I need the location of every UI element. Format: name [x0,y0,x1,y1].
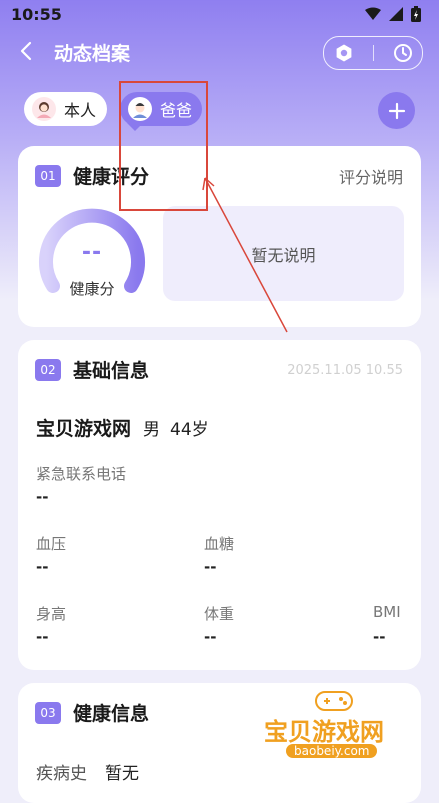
disease-history-row: 疾病史 暂无 [36,759,139,784]
section-number-badge: 02 [35,358,61,381]
profile-name-row: 宝贝游戏网 男 44岁 [36,414,209,441]
bmi-value: -- [373,628,386,646]
disease-history-value: 暂无 [105,764,139,784]
basic-info-card: 02 基础信息 2025.11.05 10.55 宝贝游戏网 男 44岁 紧急联… [18,340,421,670]
update-timestamp: 2025.11.05 10.55 [287,363,403,378]
signal-icon [389,7,403,21]
status-bar: 10:55 [0,0,439,30]
plus-icon [388,102,405,119]
female-avatar-icon [37,102,51,118]
blood-sugar-label: 血糖 [204,535,235,553]
watermark-url: baobeiy.com [286,744,378,758]
section-number-badge: 01 [35,164,61,187]
profile-age: 44岁 [170,420,209,440]
score-explanation-link[interactable]: 评分说明 [339,164,403,188]
health-score-gauge: -- 健康分 [35,200,149,300]
back-arrow-icon[interactable] [16,40,38,62]
weight-value: -- [204,628,217,646]
avatar [32,97,56,121]
nav-bar: 动态档案 [0,30,439,76]
profile-gender: 男 [143,420,161,440]
capsule-divider [372,45,374,61]
add-member-button[interactable] [378,92,415,129]
section-title: 基础信息 [73,360,150,382]
blood-pressure-value: -- [36,558,49,576]
status-icons [365,6,421,22]
emergency-phone-value: -- [36,488,49,506]
profile-name: 宝贝游戏网 [36,418,132,440]
health-score-card: 01 健康评分 评分说明 -- 健康分 暂无说明 [18,146,421,327]
settings-icon[interactable] [334,43,354,63]
watermark-logo: 宝贝游戏网 baobeiy.com [264,688,414,768]
blood-sugar-value: -- [204,558,217,576]
section-header: 03 健康信息 [35,699,149,726]
health-score-value: -- [81,240,103,265]
health-score-label: 健康分 [69,280,115,298]
member-chip-label: 本人 [64,101,97,120]
blood-pressure-label: 血压 [36,535,67,553]
bmi-label: BMI [373,603,401,621]
section-number-badge: 03 [35,701,61,724]
annotation-highlight-box [119,81,208,211]
nav-action-capsule [323,36,423,70]
wifi-icon [365,7,381,20]
status-time: 10:55 [11,5,62,24]
battery-icon [411,6,421,22]
weight-label: 体重 [204,605,235,623]
page-title: 动态档案 [54,43,131,65]
emergency-phone-label: 紧急联系电话 [36,465,127,483]
height-value: -- [36,628,49,646]
height-label: 身高 [36,605,67,623]
member-chip-self[interactable]: 本人 [24,92,107,126]
section-header: 02 基础信息 [35,356,149,383]
score-note-box: 暂无说明 [163,206,404,301]
section-title: 健康信息 [73,703,150,725]
watermark-text: 宝贝游戏网 [264,718,384,746]
gamepad-icon [315,691,353,711]
clock-icon[interactable] [393,43,413,63]
disease-history-label: 疾病史 [36,764,87,784]
